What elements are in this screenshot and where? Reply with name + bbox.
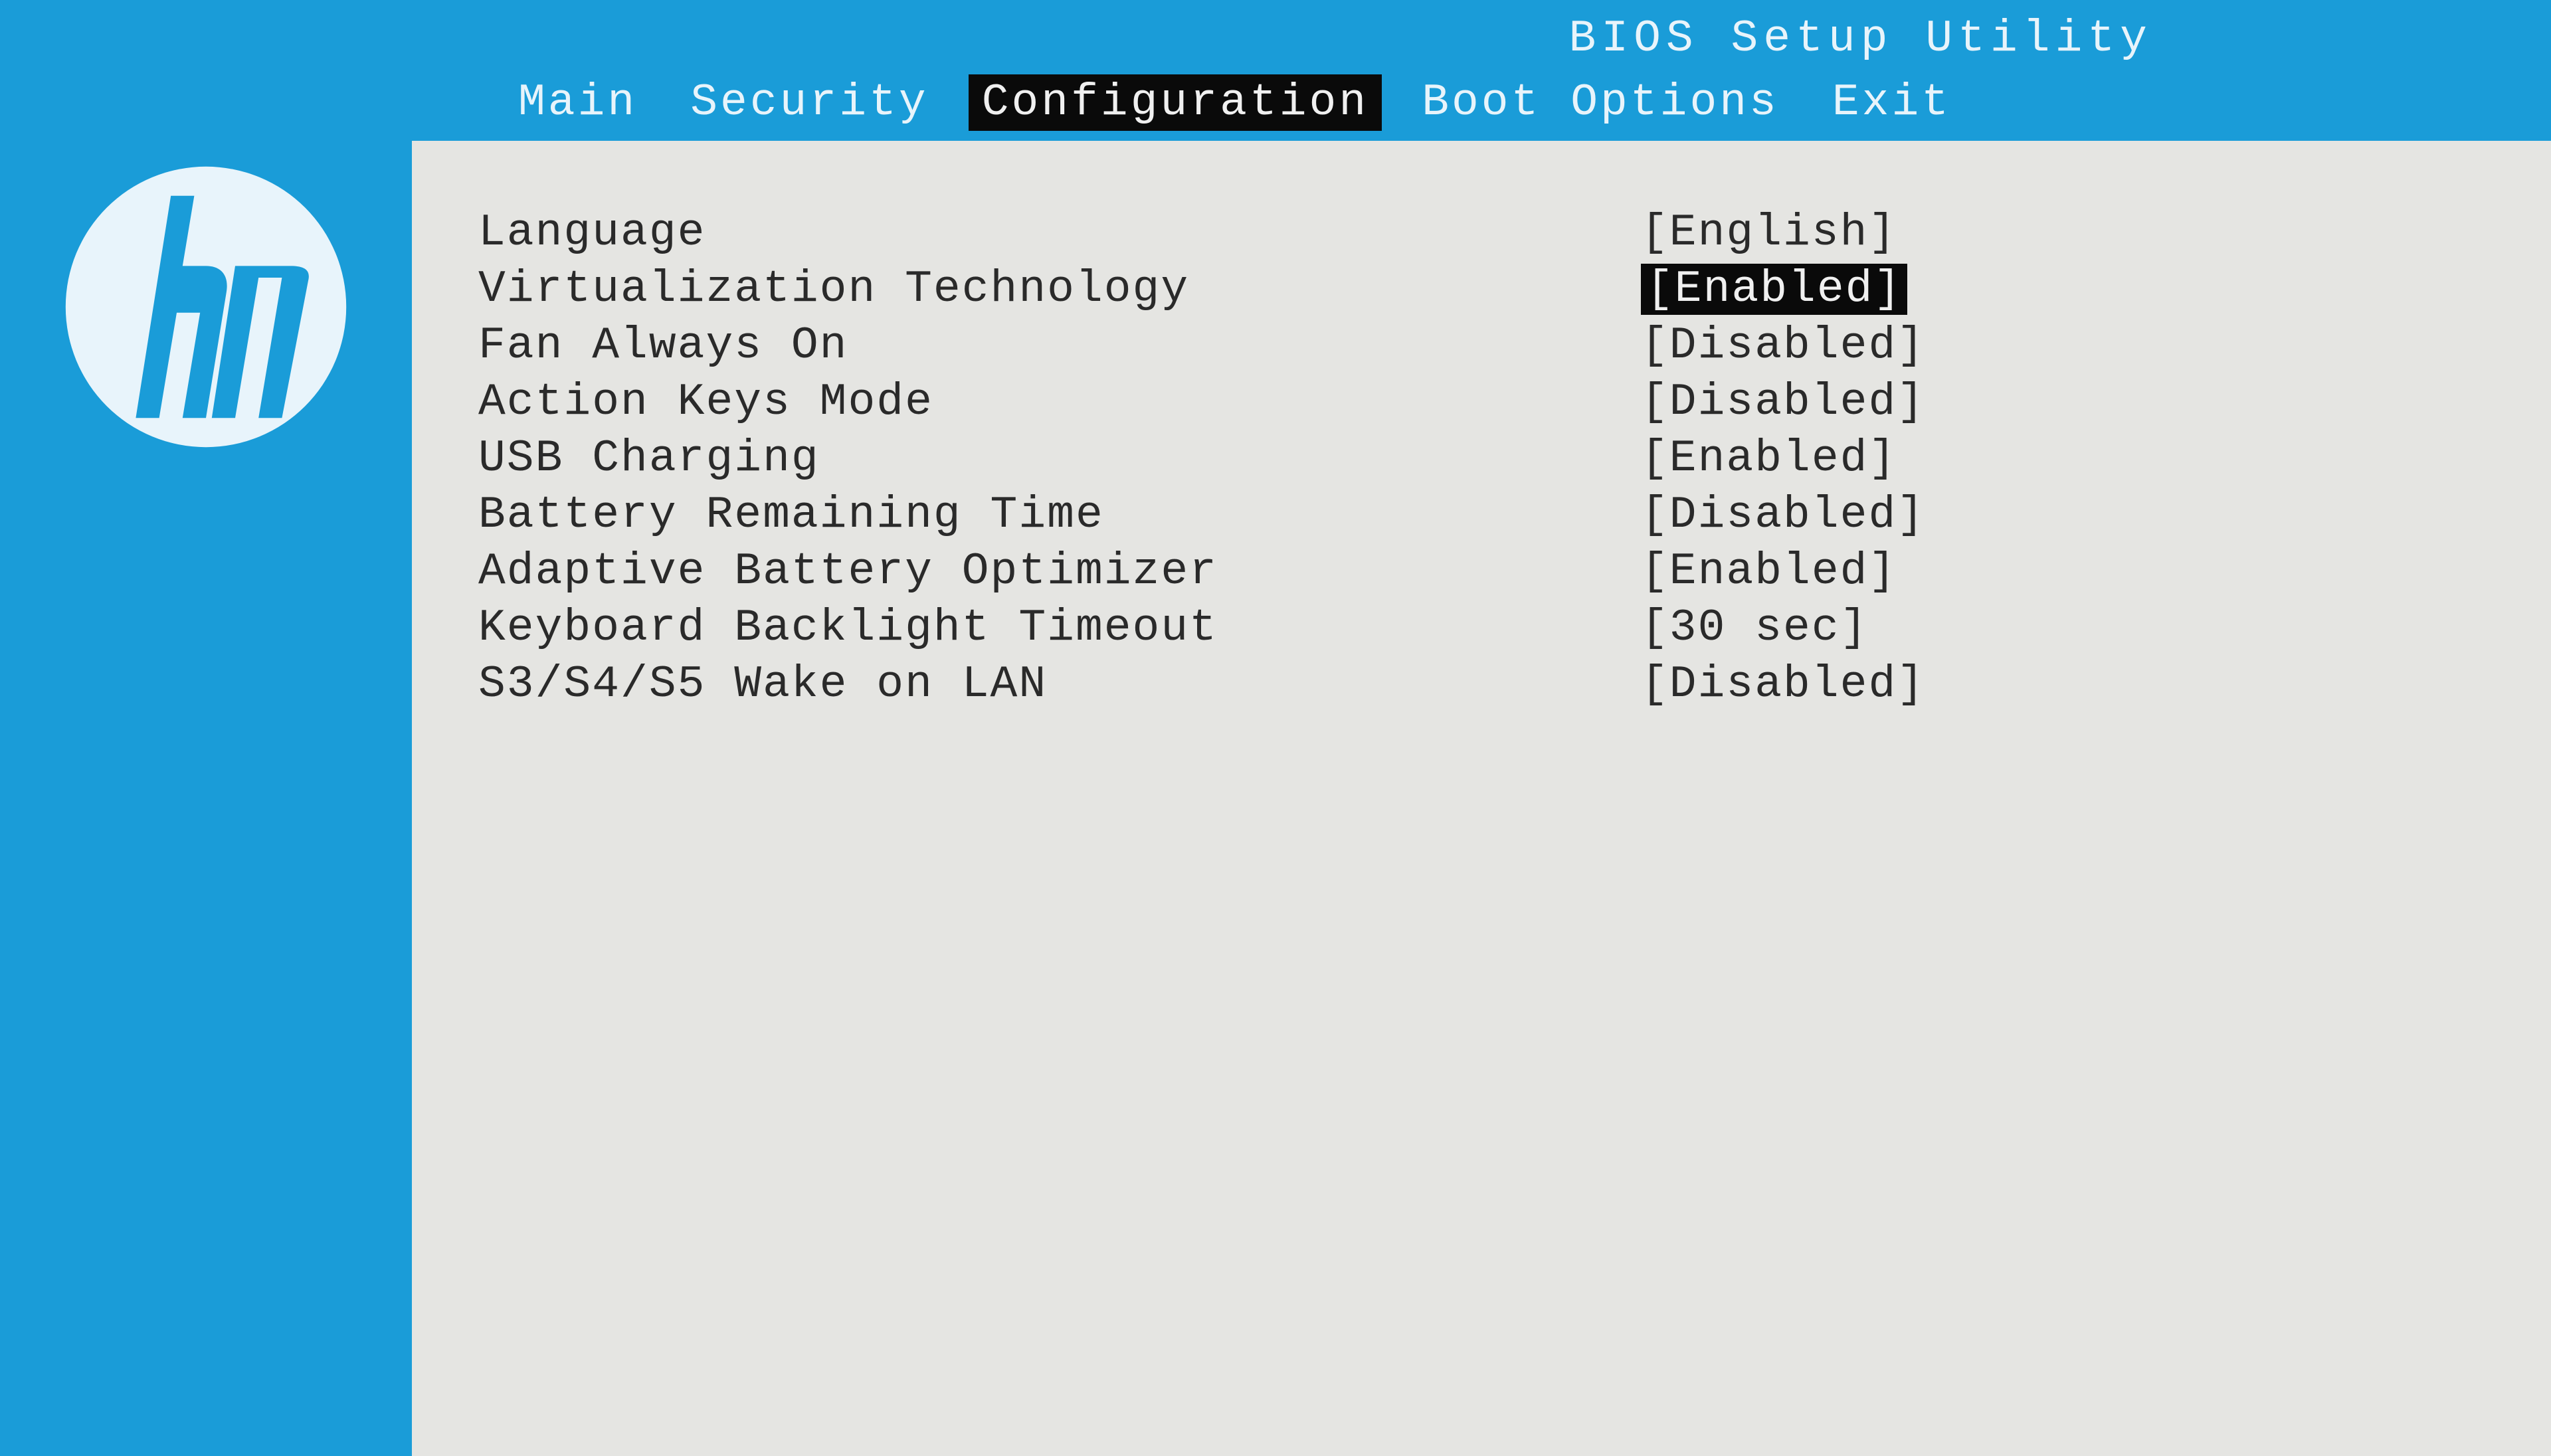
hp-logo-icon [60, 161, 352, 453]
setting-adaptive-battery-optimizer[interactable]: Adaptive Battery Optimizer [Enabled] [478, 546, 2498, 597]
setting-wake-on-lan[interactable]: S3/S4/S5 Wake on LAN [Disabled] [478, 659, 2498, 710]
tab-configuration[interactable]: Configuration [969, 74, 1382, 131]
setting-value[interactable]: [Disabled] [1641, 320, 1925, 371]
tab-main[interactable]: Main [505, 74, 650, 131]
tab-exit[interactable]: Exit [1819, 74, 1964, 131]
setting-battery-remaining-time[interactable]: Battery Remaining Time [Disabled] [478, 490, 2498, 541]
setting-label: Keyboard Backlight Timeout [478, 602, 1641, 654]
setting-label: USB Charging [478, 433, 1641, 484]
configuration-panel: Language [English] Virtualization Techno… [412, 141, 2551, 1456]
setting-label: Language [478, 207, 1641, 258]
setting-value[interactable]: [Enabled] [1641, 546, 1897, 597]
tab-bar: Main Security Configuration Boot Options… [0, 71, 2551, 141]
setting-label: S3/S4/S5 Wake on LAN [478, 659, 1641, 710]
setting-keyboard-backlight-timeout[interactable]: Keyboard Backlight Timeout [30 sec] [478, 602, 2498, 654]
setting-language[interactable]: Language [English] [478, 207, 2498, 258]
setting-fan-always-on[interactable]: Fan Always On [Disabled] [478, 320, 2498, 371]
setting-value[interactable]: [Enabled] [1641, 264, 1907, 315]
setting-usb-charging[interactable]: USB Charging [Enabled] [478, 433, 2498, 484]
setting-action-keys-mode[interactable]: Action Keys Mode [Disabled] [478, 377, 2498, 428]
body-area: Language [English] Virtualization Techno… [0, 141, 2551, 1456]
setting-value[interactable]: [Disabled] [1641, 659, 1925, 710]
sidebar [0, 141, 412, 1456]
setting-label: Virtualization Technology [478, 264, 1641, 315]
setting-label: Action Keys Mode [478, 377, 1641, 428]
setting-virtualization-technology[interactable]: Virtualization Technology [Enabled] [478, 264, 2498, 315]
setting-value[interactable]: [Disabled] [1641, 377, 1925, 428]
tab-security[interactable]: Security [677, 74, 941, 131]
setting-value[interactable]: [English] [1641, 207, 1897, 258]
setting-label: Battery Remaining Time [478, 490, 1641, 541]
tab-boot-options[interactable]: Boot Options [1408, 74, 1792, 131]
header-title: BIOS Setup Utility [0, 0, 2551, 71]
setting-label: Fan Always On [478, 320, 1641, 371]
setting-value[interactable]: [Disabled] [1641, 490, 1925, 541]
setting-value[interactable]: [Enabled] [1641, 433, 1897, 484]
setting-label: Adaptive Battery Optimizer [478, 546, 1641, 597]
setting-value[interactable]: [30 sec] [1641, 602, 1868, 654]
